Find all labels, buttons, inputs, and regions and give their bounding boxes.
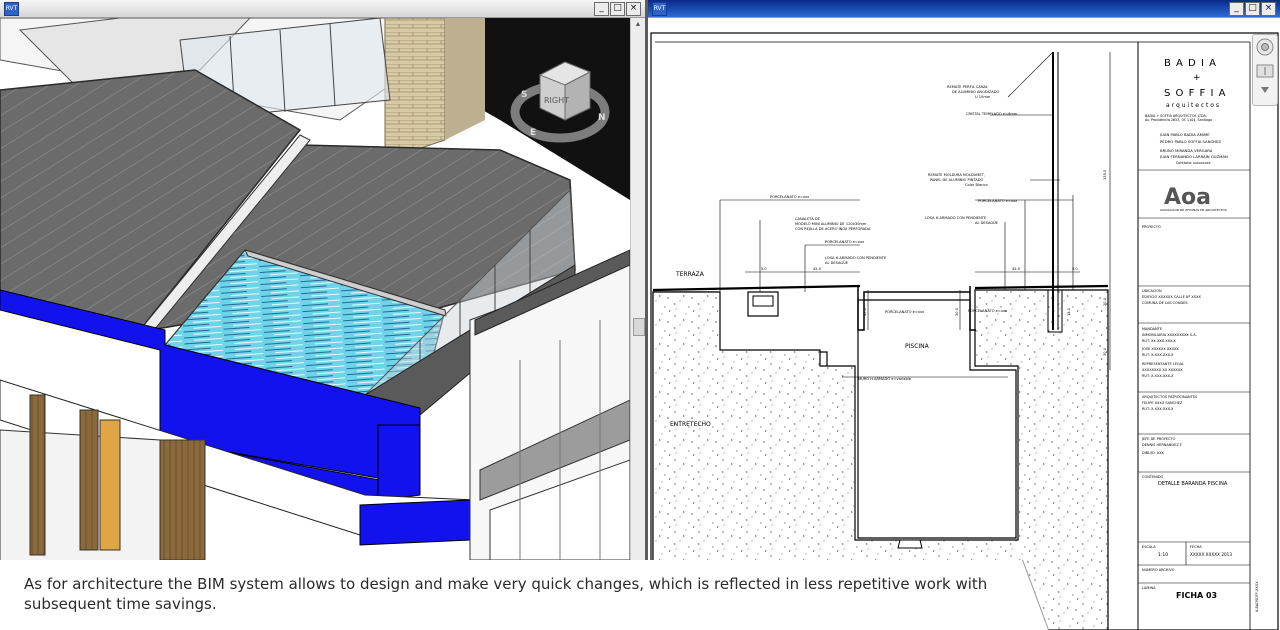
label-canal-3: CON REJILLA DE ACERO INOX PERFORADA <box>795 227 871 231</box>
sec-arquitectos: ARQUITECTOS PATROCINANTES <box>1142 395 1198 399</box>
jefe-1: DENNIS HERNANDEZ F. <box>1142 443 1182 447</box>
escala-value: 1:10 <box>1158 552 1168 558</box>
dim-h5: 15.0 <box>1067 307 1071 316</box>
arquitectos-2: RUT: X.XXX.XXX-X <box>1142 407 1174 411</box>
arquitectos-1: FELIPE XXXX SANCHEZ <box>1142 401 1183 405</box>
partners-2: PEDRO PABLO SOFFIA SANCHEZ <box>1160 139 1221 144</box>
firm-name-1: B A D I A <box>1164 58 1217 69</box>
label-porcelanato-3: PORCELANATO e=xxx <box>885 310 925 314</box>
label-remate-1: REMATE MOLDURA MOLDUMET, <box>928 173 985 177</box>
label-cristal-top-3: U 10mm <box>975 95 991 99</box>
label-muro: MURO H.ARMADO e=variable <box>858 377 912 381</box>
dim-d3: 45.0 <box>1012 267 1021 271</box>
drawing-sheet[interactable]: TERRAZA PISCINA ENTRETECHO PORCELANATO e… <box>648 18 1280 630</box>
label-cristal-templado: CRISTAL TEMPLADO e=6mm <box>966 112 1018 116</box>
label-losa-left-1: LOSA H.ARMADO CON PENDIENTE <box>825 256 887 260</box>
sec-ubicacion: UBICACION <box>1142 289 1162 293</box>
firm-name-2: S O F F I A <box>1164 88 1226 99</box>
label-losa-right-1: LOSA H.ARMADO CON PENDIENTE <box>925 216 987 220</box>
sec-jefe: JEFE DE PROYECTO <box>1141 437 1176 441</box>
label-remate-2: PANEL DE ALUMINIO PINTADO <box>930 178 984 182</box>
minimize-button[interactable]: _ <box>594 2 609 16</box>
close-button[interactable]: × <box>626 2 641 16</box>
restore-button-right[interactable]: □ <box>1245 2 1260 16</box>
rep-2: RUT: X.XXX.XXX-X <box>1142 374 1174 378</box>
dim-h3: 45.0 <box>863 307 867 316</box>
label-piscina: PISCINA <box>905 343 930 350</box>
viewcube-face-label: RIGHT <box>544 96 569 105</box>
lamina-value: FICHA 03 <box>1176 591 1217 600</box>
3d-model-viewport[interactable]: RIGHT N E S <box>0 18 630 630</box>
fecha-value: XXXXX XXXXX 2013 <box>1190 552 1232 557</box>
label-remate-3: Color Blanco <box>965 183 988 187</box>
revit-app-icon-right[interactable]: RVT <box>652 2 667 16</box>
label-canal-2: MODELO MINI ALUMINIO DE 120x30mm <box>795 222 867 226</box>
sec-fecha: FECHA <box>1190 545 1202 549</box>
mandante-1: INMOBILIARIA XXXXXXXXX S.A. <box>1142 333 1197 337</box>
jefe-2: DIBUJO: XXX <box>1142 451 1165 455</box>
ubicacion-1: EDIFICIO XXXXXX CALLE Nº XXXX <box>1142 295 1201 299</box>
sec-proyecto: PROYECTO <box>1142 225 1161 229</box>
label-porcelanato-4: PORCELANATO e=xxx <box>978 199 1018 203</box>
label-entretecho: ENTRETECHO <box>670 421 711 428</box>
left-window-titlebar[interactable]: RVT _ □ × <box>0 0 645 18</box>
rep-1: XXXXXXXX XX XXXXXX <box>1142 368 1183 372</box>
sec-mandante: MANDANTE <box>1142 327 1162 331</box>
label-losa-right-2: AL DESAGÜE <box>975 220 999 225</box>
3d-building-model: RIGHT N E S <box>0 18 630 630</box>
dim-h-total: 135.0 <box>1103 169 1107 180</box>
dim-d1: 5.0 <box>761 267 767 271</box>
section-detail-drawing: TERRAZA PISCINA ENTRETECHO PORCELANATO e… <box>650 32 1279 630</box>
dim-h2: 30.0 <box>1103 347 1107 356</box>
dim-h4: 30.0 <box>955 307 959 316</box>
scroll-thumb[interactable] <box>633 318 645 336</box>
firm-subtitle: a r q u i t e c t o s <box>1166 102 1219 109</box>
caption-text: As for architecture the BIM system allow… <box>24 575 988 613</box>
partners-5: Contacto: xxxxxxxxx <box>1176 161 1211 165</box>
minimize-button-right[interactable]: _ <box>1229 2 1244 16</box>
label-cristal-top-2: DE ALUMINIO ANODIZADO <box>952 90 999 94</box>
label-cristal-top-1: REMATE PERFIL CANAL <box>947 85 988 89</box>
mandante-2: RUT: XX.XXX.XXX-X <box>1142 339 1176 343</box>
right-window-titlebar[interactable]: RVT _ □ × <box>648 0 1280 18</box>
partners-3: BRUNO MIRANDA VERGARA <box>1160 148 1213 153</box>
sec-lamina: LAMINA <box>1142 586 1156 590</box>
mandante-3: JOSE XXXXXX XXXXX <box>1141 347 1179 351</box>
compass-n: N <box>598 113 606 123</box>
sec-escala: ESCALA <box>1142 545 1156 549</box>
sec-rep: REPRESENTANTE LEGAL <box>1142 362 1184 366</box>
close-button-right[interactable]: × <box>1261 2 1276 16</box>
label-losa-left-2: AL DESAGÜE <box>825 260 849 265</box>
sec-numero: NUMERO ARCHIVO <box>1142 568 1175 572</box>
right-sheet-window: RVT _ □ × TERRAZA PISCINA ENTRETECHO POR… <box>648 0 1280 630</box>
label-porcelanato-5: PORCELANATO e=xxx <box>968 309 1008 313</box>
firm-plus: + <box>1193 73 1201 83</box>
restore-button[interactable]: □ <box>610 2 625 16</box>
steering-wheel-nav-widget[interactable] <box>1252 34 1278 106</box>
left-vertical-scrollbar[interactable]: ▲ <box>630 18 645 630</box>
partners-4: JUAN FERNANDO LARRAIN GUZMAN <box>1159 154 1228 159</box>
contenido-value: DETALLE BARANDA PISCINA <box>1158 481 1228 487</box>
dim-d2: 45.0 <box>813 267 822 271</box>
left-3d-window: RVT _ □ × RIGHT N E S ▲ <box>0 0 645 630</box>
label-terraza: TERRAZA <box>675 271 705 278</box>
label-canal-1: CANALETA DE <box>795 217 821 221</box>
label-porcelanato-2: PORCELANATO e=xxx <box>825 240 865 244</box>
compass-s: S <box>521 90 527 100</box>
ubicacion-2: COMUNA DE LAS CONDES <box>1142 301 1188 305</box>
compass-e: E <box>530 128 536 138</box>
dim-d4: 5.0 <box>1072 267 1078 271</box>
nav-dropdown-icon[interactable] <box>1261 87 1269 93</box>
partners-1: JUAN PABLO BADIA AMIME <box>1159 132 1210 137</box>
mandante-4: RUT: X.XXX.XXX-X <box>1142 353 1174 357</box>
aoa-subtitle: ASOCIACION DE OFICINAS DE ARQUITECTOS <box>1160 208 1227 212</box>
revit-app-icon[interactable]: RVT <box>4 2 19 16</box>
label-porcelanato-1: PORCELANATO e=xxx <box>770 195 810 199</box>
side-reference: A-BADSOFF-XXXX <box>1255 581 1259 612</box>
sec-contenido: CONTENIDO <box>1142 475 1164 479</box>
firm-address-2: Av. Providencia 2653, Of. 1104, Santiago <box>1145 118 1212 122</box>
dim-h1: 20.0 <box>1103 297 1107 306</box>
scroll-up-arrow-icon[interactable]: ▲ <box>631 18 645 32</box>
aoa-logo: Aoa <box>1164 185 1211 210</box>
